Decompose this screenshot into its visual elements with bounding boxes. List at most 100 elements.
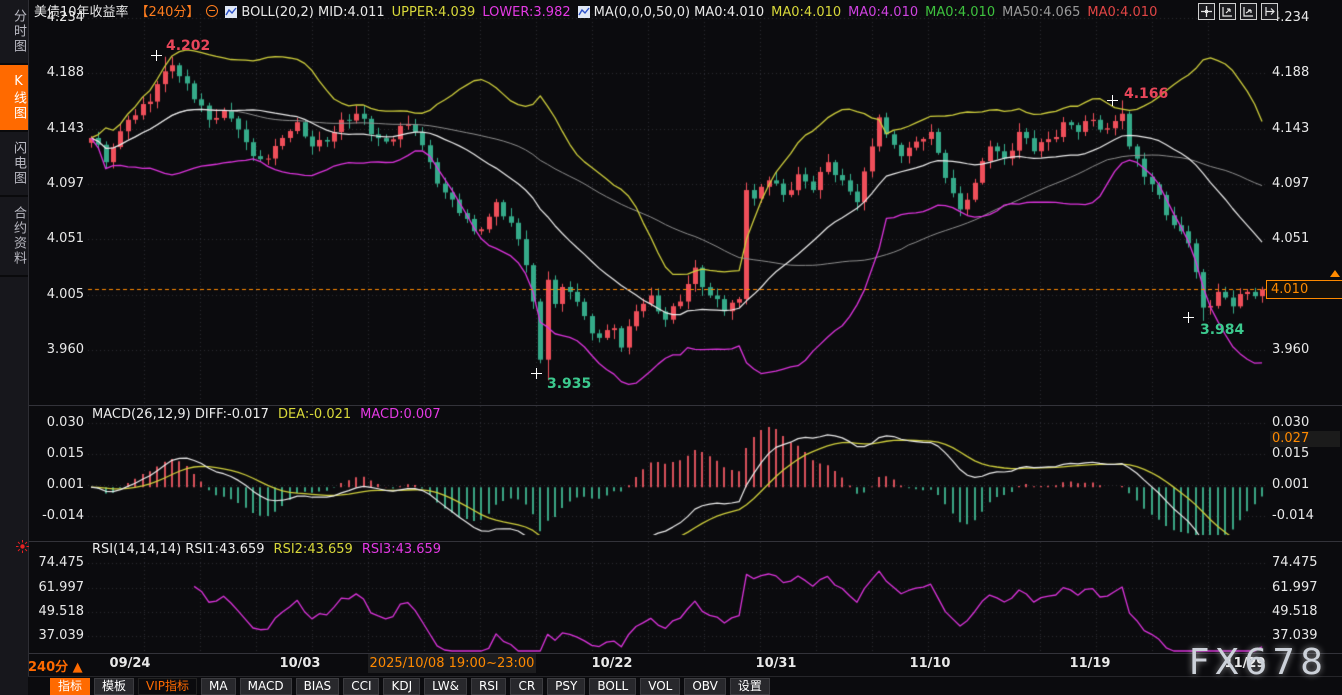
toolbar-item-VIP指标[interactable]: VIP指标 xyxy=(138,678,197,695)
rsi-axis-label: 49.518 xyxy=(30,604,84,620)
indicator-value-label: 美债10年收益率 xyxy=(34,5,129,19)
macd-axis-label: -0.014 xyxy=(30,508,84,524)
rsi-axis-label: 61.997 xyxy=(30,580,84,596)
x-axis-date-label: 11/10 xyxy=(910,656,951,671)
indicator-header: 美债10年收益率【240分】BOLL(20,2) MID:4.011UPPER:… xyxy=(34,1,1192,19)
price-axis-label: 3.960 xyxy=(1272,342,1338,358)
price-axis-label: 3.960 xyxy=(30,342,84,358)
indicator-value-label: RSI2:43.659 xyxy=(274,542,353,557)
macd-axis-label: -0.014 xyxy=(1272,508,1338,524)
price-axis-arrow-icon xyxy=(1330,270,1340,277)
ma-mini-chart-icon xyxy=(578,6,590,18)
toolbar-item-OBV[interactable]: OBV xyxy=(684,678,726,695)
crosshair-marker-icon xyxy=(1107,95,1118,106)
indicator-value-label: 【240分】 xyxy=(136,5,200,19)
macd-value-tag: 0.027 xyxy=(1270,431,1340,447)
x-axis-date-label: 10/22 xyxy=(592,656,633,671)
x-axis-date-label: 11/19 xyxy=(1070,656,1111,671)
watermark: FX678 xyxy=(1189,642,1328,683)
toolbar-item-指标[interactable]: 指标 xyxy=(50,678,90,695)
crosshair-date-box: 2025/10/08 19:00~23:00 三 xyxy=(368,654,536,673)
price-axis-label: 4.234 xyxy=(1272,10,1338,26)
toolbar-item-CCI[interactable]: CCI xyxy=(343,678,379,695)
indicator-value-label: MA0:4.010 xyxy=(771,5,841,19)
indicator-value-label: RSI(14,14,14) RSI1:43.659 xyxy=(92,542,265,557)
x-axis-date-label: 09/24 xyxy=(110,656,151,671)
toolbar-item-VOL[interactable]: VOL xyxy=(640,678,680,695)
toolbar-item-MACD[interactable]: MACD xyxy=(240,678,292,695)
indicator-value-label: MA0:4.010 xyxy=(848,5,918,19)
panel-divider xyxy=(28,405,1342,406)
crosshair-marker-icon xyxy=(531,368,542,379)
toolbar-item-BOLL[interactable]: BOLL xyxy=(589,678,636,695)
indicator-value-label: DEA:-0.021 xyxy=(278,407,351,422)
indicator-value-label: MACD(26,12,9) DIFF:-0.017 xyxy=(92,407,269,422)
indicator-value-label: MA(0,0,0,50,0) MA0:4.010 xyxy=(594,5,765,19)
toolbar-item-BIAS[interactable]: BIAS xyxy=(296,678,340,695)
macd-axis-label: 0.015 xyxy=(30,446,84,462)
sidebar: 分时图K线图闪电图合约资料 xyxy=(0,0,29,695)
indicator-value-label: LOWER:3.982 xyxy=(482,5,570,19)
last-price-tag: 4.010 xyxy=(1266,280,1342,299)
boll-mini-chart-icon xyxy=(225,6,237,18)
trading-app-window: 分时图K线图闪电图合约资料 美债10年收益率【240分】 BOLL(20,2) M… xyxy=(0,0,1342,695)
rsi-indicator-header: RSI(14,14,14) RSI1:43.659 RSI2:43.659 RSI3… xyxy=(92,542,450,557)
scale-left-axis-icon[interactable] xyxy=(1219,3,1236,20)
toolbar-item-KDJ[interactable]: KDJ xyxy=(383,678,420,695)
extreme-price-annotation: 4.166 xyxy=(1124,86,1168,102)
sidebar-tab-闪电图[interactable]: 闪电图 xyxy=(0,132,28,197)
price-axis-label: 4.143 xyxy=(1272,121,1338,137)
chart-canvas[interactable] xyxy=(0,0,1342,695)
toolbar-item-CR[interactable]: CR xyxy=(510,678,543,695)
toolbar-item-MA[interactable]: MA xyxy=(201,678,236,695)
scale-right-axis-icon[interactable] xyxy=(1240,3,1257,20)
indicator-value-label: MA0:4.010 xyxy=(925,5,995,19)
toolbar-item-RSI[interactable]: RSI xyxy=(471,678,507,695)
chart-window-icons xyxy=(1198,3,1278,20)
toolbar-item-LW&[interactable]: LW& xyxy=(424,678,467,695)
indicator-value-label: MACD:0.007 xyxy=(360,407,441,422)
price-axis-label: 4.188 xyxy=(1272,65,1338,81)
price-axis-label: 4.051 xyxy=(1272,231,1338,247)
x-axis-date-label: 10/31 xyxy=(756,656,797,671)
rsi-axis-label: 74.475 xyxy=(1272,555,1338,571)
alert-dot-icon[interactable] xyxy=(16,538,29,557)
rsi-axis-label: 49.518 xyxy=(1272,604,1338,620)
jump-latest-icon[interactable] xyxy=(1261,3,1278,20)
extreme-price-annotation: 3.984 xyxy=(1200,322,1244,338)
collapse-circle-icon[interactable] xyxy=(206,5,218,17)
pan-crosshair-icon[interactable] xyxy=(1198,3,1215,20)
macd-axis-label: 0.001 xyxy=(1272,477,1338,493)
toolbar-item-PSY[interactable]: PSY xyxy=(547,678,585,695)
indicator-toolbar: 指标模板VIP指标MAMACDBIASCCIKDJLW&RSICRPSYBOLL… xyxy=(28,676,1342,695)
price-axis-label: 4.097 xyxy=(30,176,84,192)
x-axis-date-label: 10/03 xyxy=(280,656,321,671)
price-axis-label: 4.188 xyxy=(30,65,84,81)
sidebar-tab-K线图[interactable]: K线图 xyxy=(0,65,28,132)
macd-axis-label: 0.015 xyxy=(1272,446,1338,462)
period-label[interactable]: 240分 ▲ xyxy=(28,656,83,675)
indicator-value-label: MA0:4.010 xyxy=(1087,5,1157,19)
sidebar-tab-分时图[interactable]: 分时图 xyxy=(0,0,28,65)
macd-axis-label: 0.030 xyxy=(30,415,84,431)
macd-axis-label: 0.001 xyxy=(30,477,84,493)
toolbar-item-设置[interactable]: 设置 xyxy=(730,678,770,695)
extreme-price-annotation: 4.202 xyxy=(166,38,210,54)
rsi-axis-label: 37.039 xyxy=(30,628,84,644)
toolbar-item-模板[interactable]: 模板 xyxy=(94,678,134,695)
x-axis-row: 240分 ▲ 2025/10/08 19:00~23:00 三 09/24 10/… xyxy=(28,654,1342,676)
indicator-value-label: RSI3:43.659 xyxy=(362,542,441,557)
price-axis-label: 4.143 xyxy=(30,121,84,137)
crosshair-marker-icon xyxy=(151,50,162,61)
price-axis-label: 4.005 xyxy=(30,287,84,303)
indicator-value-label: MA50:4.065 xyxy=(1002,5,1080,19)
price-axis-label: 4.051 xyxy=(30,231,84,247)
rsi-axis-label: 74.475 xyxy=(30,555,84,571)
macd-indicator-header: MACD(26,12,9) DIFF:-0.017 DEA:-0.021 MACD:… xyxy=(92,407,450,422)
extreme-price-annotation: 3.935 xyxy=(547,376,591,392)
indicator-value-label: BOLL(20,2) MID:4.011 xyxy=(241,5,384,19)
rsi-axis-label: 61.997 xyxy=(1272,580,1338,596)
macd-axis-label: 0.030 xyxy=(1272,415,1338,431)
price-axis-label: 4.097 xyxy=(1272,176,1338,192)
sidebar-tab-合约资料[interactable]: 合约资料 xyxy=(0,197,28,277)
